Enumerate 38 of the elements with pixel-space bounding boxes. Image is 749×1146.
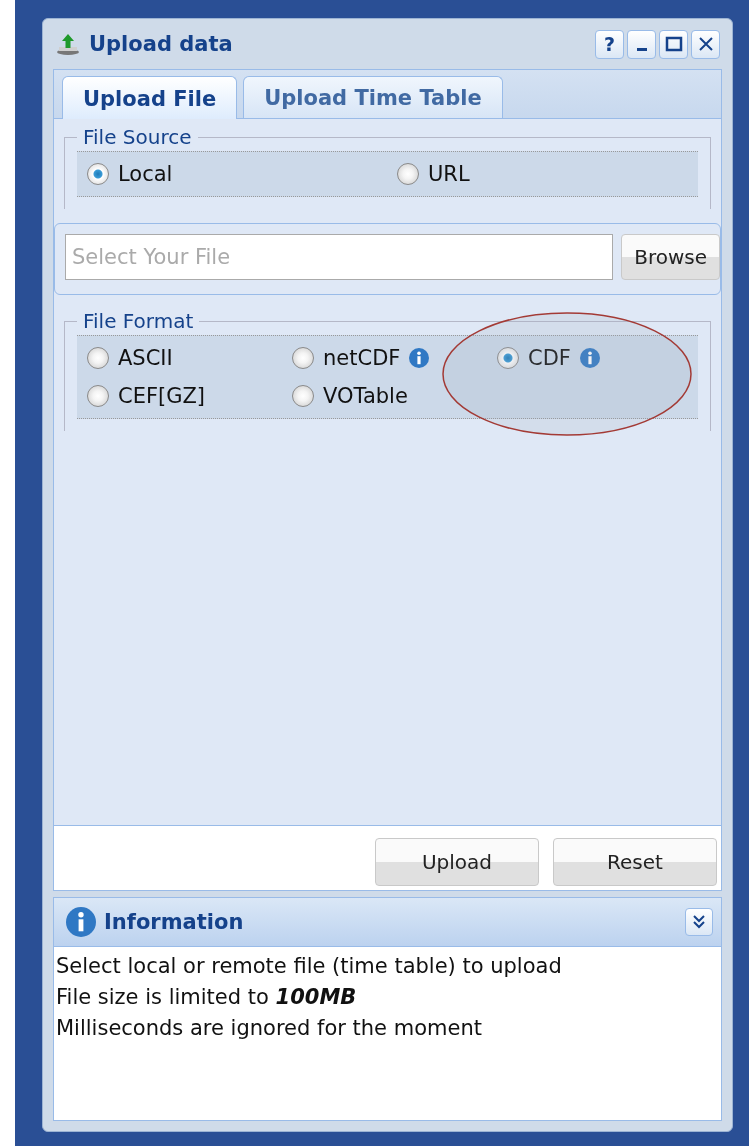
upload-icon: [55, 32, 81, 56]
minimize-button[interactable]: [627, 29, 656, 59]
action-button[interactable]: Upload: [375, 838, 539, 886]
double-chevron-icon: [691, 914, 707, 930]
radio-button[interactable]: [497, 347, 519, 369]
radio-button[interactable]: [397, 163, 419, 185]
information-title: Information: [104, 910, 245, 934]
radio-button[interactable]: [87, 163, 109, 185]
group-legend: File Source: [77, 125, 198, 149]
information-text: Milliseconds are ignored for the moment: [56, 1015, 483, 1042]
radio-button[interactable]: [292, 385, 314, 407]
close-icon: [697, 36, 714, 52]
tab[interactable]: Upload File: [62, 76, 238, 119]
information-text: File size is limited to 100MB: [56, 984, 358, 1011]
close-button[interactable]: [691, 29, 720, 59]
help-button[interactable]: ?: [595, 29, 624, 59]
tab[interactable]: Upload Time Table: [243, 76, 503, 118]
browse-button[interactable]: Browse: [621, 234, 720, 280]
collapse-button[interactable]: [685, 908, 713, 936]
minimize-icon: [636, 47, 647, 51]
radio-button[interactable]: [292, 347, 314, 369]
option-label: CDF: [528, 346, 571, 370]
window-title: Upload data: [89, 32, 234, 56]
action-button[interactable]: Reset: [553, 838, 717, 886]
option-label: Local: [118, 162, 173, 186]
radio-button[interactable]: [87, 347, 109, 369]
option-label: URL: [428, 162, 470, 186]
maximize-button[interactable]: [659, 29, 688, 59]
information-text: Select local or remote file (time table) to upload: [56, 953, 563, 980]
file-input[interactable]: Select Your File: [65, 234, 614, 280]
maximize-icon: [664, 36, 683, 52]
option-label: VOTable: [323, 384, 408, 408]
option-label: CEF[GZ]: [118, 384, 206, 408]
option-label: ASCII: [118, 346, 173, 370]
option-label: netCDF: [323, 346, 401, 370]
group-legend: File Format: [77, 309, 200, 333]
info-icon: [66, 907, 96, 937]
radio-button[interactable]: [87, 385, 109, 407]
